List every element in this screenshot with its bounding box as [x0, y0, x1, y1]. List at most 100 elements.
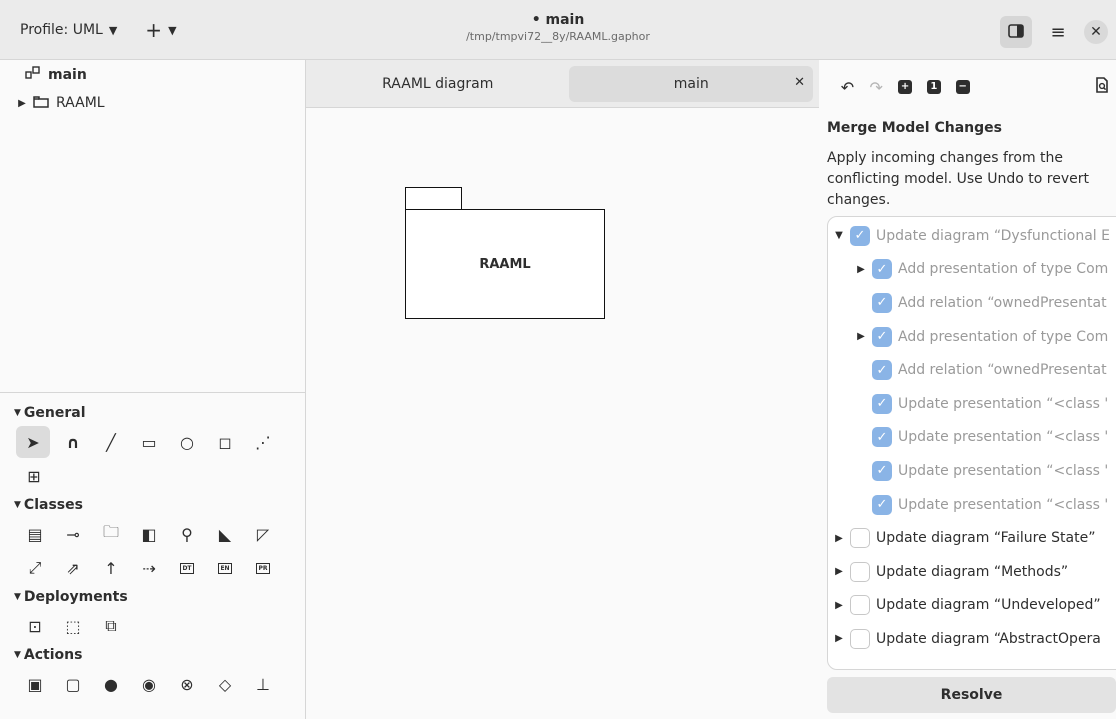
action-tool[interactable]: ▢ [54, 668, 92, 700]
dependency-tool[interactable]: ⇗ [54, 552, 92, 584]
tab-raaml-diagram[interactable]: RAAML diagram [312, 66, 563, 102]
close-icon[interactable]: ✕ [794, 75, 805, 90]
decision-tool[interactable]: ◇ [206, 668, 244, 700]
containment-tool[interactable]: ◧ [130, 518, 168, 550]
tool-row: ⊞ [0, 459, 306, 493]
toolbox-section-actions[interactable]: ▼ Actions [0, 643, 306, 667]
composition-tool[interactable]: ◣ [206, 518, 244, 550]
sidebar-toggle-button[interactable] [1000, 16, 1032, 48]
change-item[interactable]: ✓ Update presentation “<class ' [828, 454, 1116, 488]
table-tool[interactable]: ⊞ [16, 460, 52, 492]
generalization-tool[interactable]: ↑ [92, 552, 130, 584]
diagram-canvas[interactable]: RAAML [306, 108, 819, 719]
redo-button[interactable]: ↷ [862, 73, 891, 101]
class-tool[interactable]: ▤ [16, 518, 54, 550]
main-menu-button[interactable]: ≡ [1042, 16, 1074, 48]
change-item[interactable]: ▶ ✓ Add presentation of type Com [828, 320, 1116, 354]
association-tool[interactable]: ⚲ [168, 518, 206, 550]
window-close-button[interactable]: ✕ [1084, 20, 1108, 44]
checkbox[interactable] [850, 595, 870, 616]
expand-triangle-icon[interactable]: ▶ [854, 331, 868, 342]
flow-final-tool[interactable]: ⊗ [168, 668, 206, 700]
datatype-icon: DT [180, 562, 194, 574]
checkbox[interactable]: ✓ [872, 360, 892, 381]
ellipse-tool[interactable]: ○ [168, 426, 206, 458]
checkbox[interactable]: ✓ [872, 326, 892, 347]
change-item[interactable]: ✓ Update presentation “<class ' [828, 387, 1116, 421]
aggregation-tool[interactable]: ◸ [244, 518, 282, 550]
enumeration-tool[interactable]: EN [206, 552, 244, 584]
collapse-triangle-icon[interactable]: ▼ [832, 230, 846, 241]
checkbox[interactable]: ✓ [872, 259, 892, 280]
expand-triangle-icon[interactable]: ▶ [832, 566, 846, 577]
interface-tool[interactable]: ⊸ [54, 518, 92, 550]
change-item[interactable]: ▼ ✓ Update diagram “Dysfunctional E [828, 219, 1116, 253]
expand-triangle-icon[interactable]: ▶ [832, 600, 846, 611]
bidirectional-tool[interactable]: ⤢ [16, 552, 54, 584]
expand-triangle-icon[interactable]: ▶ [854, 264, 868, 275]
action-icon: ▢ [65, 674, 81, 694]
checkbox[interactable] [850, 628, 870, 649]
change-item[interactable]: ▶ Update diagram “Undeveloped” [828, 589, 1116, 623]
change-item[interactable]: ▶ Update diagram “Failure State” [828, 521, 1116, 555]
change-item[interactable]: ▶ ✓ Add presentation of type Com [828, 253, 1116, 287]
toolbox-section-deployments[interactable]: ▼ Deployments [0, 585, 306, 609]
expand-triangle-icon[interactable]: ▶ [832, 533, 846, 544]
undo-icon: ↶ [840, 77, 855, 97]
checkbox[interactable]: ✓ [872, 427, 892, 448]
plus-square-icon: + [898, 80, 913, 94]
resolve-button[interactable]: Resolve [827, 677, 1116, 713]
package-tool[interactable]: 🗀 [92, 518, 130, 550]
box-tool[interactable]: ▭ [130, 426, 168, 458]
collapse-all-button[interactable]: − [948, 73, 977, 101]
realization-tool[interactable]: ⇢ [130, 552, 168, 584]
checkbox[interactable]: ✓ [872, 494, 892, 515]
expand-arrow-icon[interactable]: ▶ [14, 98, 30, 109]
change-item[interactable]: ▶ Update diagram “Methods” [828, 555, 1116, 589]
comment-tool[interactable]: ◻ [206, 426, 244, 458]
tab-label: RAAML diagram [382, 75, 494, 92]
initial-node-tool[interactable]: ● [92, 668, 130, 700]
checkbox[interactable]: ✓ [872, 292, 892, 313]
checkbox[interactable]: ✓ [872, 460, 892, 481]
change-item[interactable]: ✓ Add relation “ownedPresentat [828, 286, 1116, 320]
tab-main[interactable]: main ✕ [569, 65, 813, 102]
toolbox-section-classes[interactable]: ▼ Classes [0, 493, 306, 517]
toolbox-section-general[interactable]: ▼ General [0, 401, 306, 425]
undo-button[interactable]: ↶ [833, 73, 862, 101]
line-tool[interactable]: ╱ [92, 426, 130, 458]
checkbox[interactable] [850, 561, 870, 582]
primitive-tool[interactable]: PR [244, 552, 282, 584]
change-item[interactable]: ✓ Update presentation “<class ' [828, 421, 1116, 455]
dashed-line-icon: ⋰ [255, 432, 271, 452]
tree-item-main[interactable]: main [0, 61, 306, 89]
magnet-tool[interactable]: ∩ [54, 426, 92, 458]
datatype-tool[interactable]: DT [168, 552, 206, 584]
checkbox[interactable]: ✓ [872, 393, 892, 414]
initial-node-icon: ● [104, 674, 118, 694]
tree-item-raaml[interactable]: ▶ RAAML [0, 89, 306, 117]
artifact-tool[interactable]: ⊡ [16, 610, 54, 642]
change-item[interactable]: ▶ Update diagram “AbstractOpera [828, 622, 1116, 656]
enumeration-icon: EN [218, 562, 232, 574]
fork-tool[interactable]: ⊥ [244, 668, 282, 700]
pointer-tool[interactable]: ➤ [16, 426, 50, 458]
activity-tool[interactable]: ▣ [16, 668, 54, 700]
expand-one-button[interactable]: 1 [919, 73, 948, 101]
node-tool[interactable]: ⬚ [54, 610, 92, 642]
aggregation-icon: ◸ [256, 524, 270, 544]
change-item[interactable]: ✓ Update presentation “<class ' [828, 488, 1116, 522]
change-item[interactable]: ✓ Add relation “ownedPresentat [828, 353, 1116, 387]
expand-triangle-icon[interactable]: ▶ [832, 633, 846, 644]
package-element[interactable]: RAAML [405, 209, 605, 319]
search-button[interactable] [1087, 73, 1116, 101]
checkbox[interactable]: ✓ [850, 225, 870, 246]
change-list: ▼ ✓ Update diagram “Dysfunctional E ▶ ✓ … [827, 216, 1116, 670]
package-element-tab[interactable] [405, 187, 462, 210]
device-tool[interactable]: ⧉ [92, 610, 130, 642]
final-node-tool[interactable]: ◉ [130, 668, 168, 700]
expand-all-button[interactable]: + [891, 73, 920, 101]
checkbox[interactable] [850, 528, 870, 549]
comment-line-tool[interactable]: ⋰ [244, 426, 282, 458]
package-icon: 🗀 [102, 521, 119, 541]
